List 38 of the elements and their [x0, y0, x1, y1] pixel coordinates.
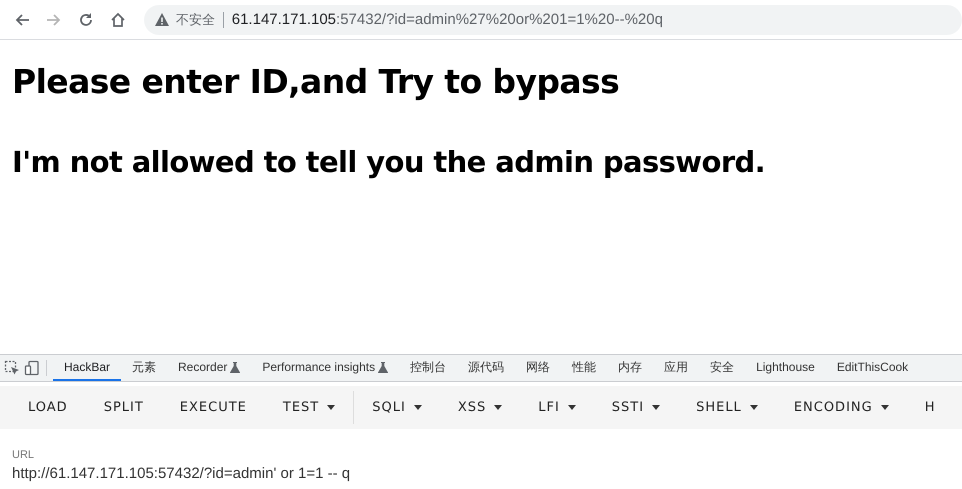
hackbar-button[interactable]: SHELL [678, 390, 776, 426]
hackbar-button[interactable]: SQLI [354, 390, 440, 426]
url-path: :57432/?id=admin%27%20or%201=1%20--%20q [336, 11, 663, 28]
page-subheading: I'm not allowed to tell you the admin password. [12, 145, 766, 179]
warning-icon [154, 12, 170, 28]
reload-icon[interactable] [78, 12, 94, 28]
hackbar-button[interactable]: SSTI [594, 390, 678, 426]
devtools-tab[interactable]: Performance insights [251, 355, 400, 381]
hackbar-button[interactable]: EXECUTE [162, 390, 265, 426]
devtools-tab[interactable]: HackBar [53, 355, 122, 381]
hackbar-button[interactable]: ENCODING [776, 390, 907, 426]
devtools-tab[interactable]: 网络 [515, 355, 562, 381]
devtools-tab[interactable]: EditThisCook [826, 355, 920, 381]
devtools-tab[interactable]: 内存 [607, 355, 654, 381]
back-icon[interactable] [14, 12, 30, 28]
devtools-tab[interactable]: 源代码 [457, 355, 516, 381]
url-input[interactable]: http://61.147.171.105:57432/?id=admin' or 1=1 -- q [12, 465, 712, 482]
hackbar-button[interactable]: TEST [264, 390, 354, 426]
devtools-tab[interactable]: 性能 [561, 355, 608, 381]
hackbar-button[interactable]: LOAD [10, 390, 86, 426]
home-icon[interactable] [110, 12, 126, 28]
url-label: URL [12, 449, 34, 461]
page-heading: Please enter ID,and Try to bypass [12, 62, 620, 101]
inspect-icon[interactable] [4, 360, 20, 376]
hackbar-button[interactable]: LFI [520, 390, 594, 426]
hackbar-button[interactable]: XSS [440, 390, 520, 426]
devtools-tab[interactable]: 安全 [699, 355, 746, 381]
url-host: 61.147.171.105 [232, 11, 336, 28]
hackbar-button[interactable]: SPLIT [86, 390, 162, 426]
devtools-tab[interactable]: 元素 [121, 355, 168, 381]
devtools-tab[interactable]: Recorder [167, 355, 252, 381]
devtools-tab[interactable]: 应用 [653, 355, 700, 381]
devtools-tab[interactable]: 控制台 [399, 355, 458, 381]
hackbar-button[interactable]: H [906, 390, 954, 426]
devtools-tab[interactable]: Lighthouse [745, 355, 826, 381]
device-toggle-icon[interactable] [24, 360, 40, 376]
security-label[interactable]: 不安全 [176, 10, 215, 28]
address-field[interactable]: 不安全 61.147.171.105:57432/?id=admin%27%20or%201=1%20--%20q [144, 4, 962, 34]
